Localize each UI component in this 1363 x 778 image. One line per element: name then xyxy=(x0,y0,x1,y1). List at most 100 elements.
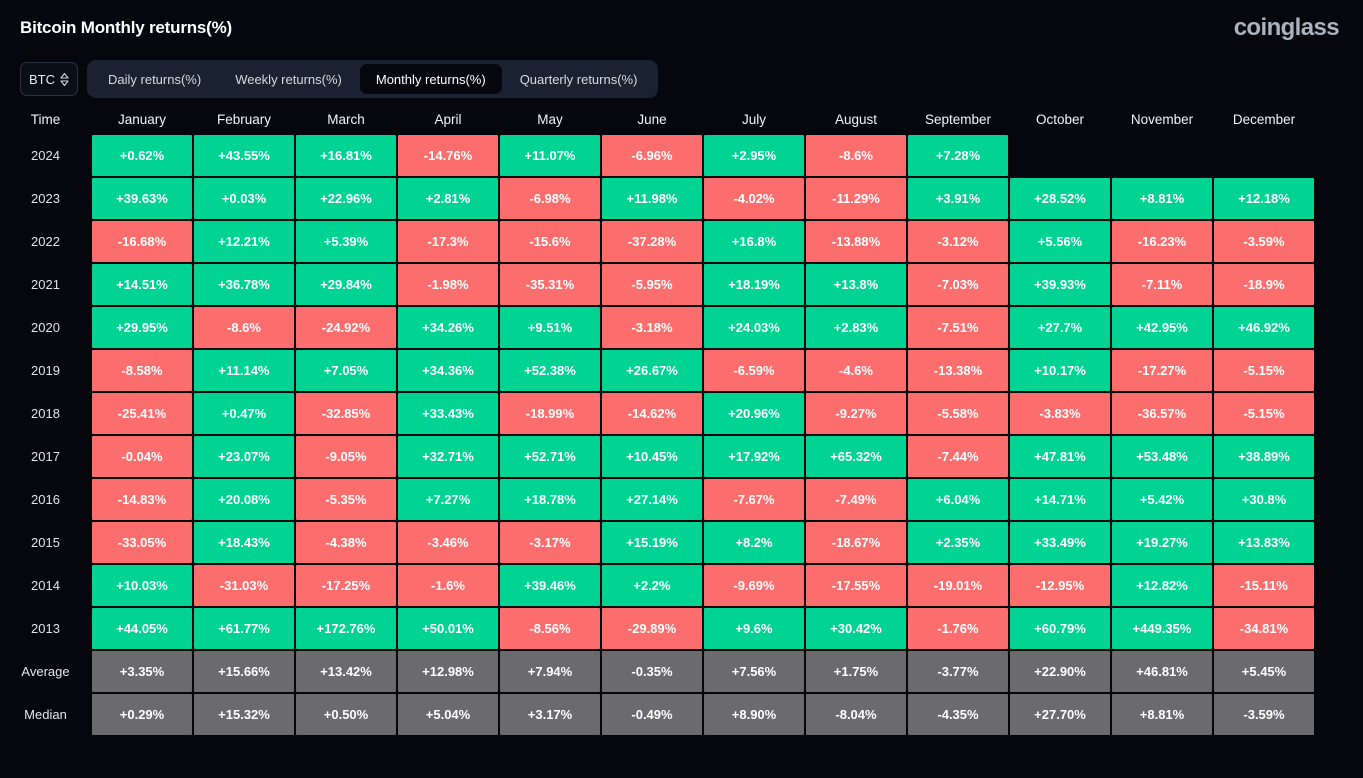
return-cell-value: +12.82% xyxy=(1112,565,1212,606)
return-cell-value: -24.92% xyxy=(296,307,396,348)
return-cell-value: -4.02% xyxy=(704,178,804,219)
return-cell-value: +18.19% xyxy=(704,264,804,305)
return-cell-value: -3.59% xyxy=(1214,221,1314,262)
return-cell-value: -13.88% xyxy=(806,221,906,262)
return-cell-value: +11.98% xyxy=(602,178,702,219)
table-cell: +28.52% xyxy=(1009,177,1111,220)
return-cell-value: +61.77% xyxy=(194,608,294,649)
table-cell: +20.08% xyxy=(193,478,295,521)
table-cell: +6.04% xyxy=(907,478,1009,521)
return-cell-value: +20.96% xyxy=(704,393,804,434)
table-cell: +9.6% xyxy=(703,607,805,650)
table-cell: +16.81% xyxy=(295,134,397,177)
table-cell: +1.75% xyxy=(805,650,907,693)
table-cell: +14.71% xyxy=(1009,478,1111,521)
table-cell: +18.19% xyxy=(703,263,805,306)
table-cell: -3.77% xyxy=(907,650,1009,693)
table-cell: +2.35% xyxy=(907,521,1009,564)
row-label: 2019 xyxy=(0,349,91,392)
table-cell: -4.35% xyxy=(907,693,1009,736)
return-cell-value: +12.98% xyxy=(398,651,498,692)
tab-quarterly-returns[interactable]: Quarterly returns(%) xyxy=(504,64,654,94)
return-cell-value: +52.71% xyxy=(500,436,600,477)
return-cell-value: -35.31% xyxy=(500,264,600,305)
return-cell-value: +39.93% xyxy=(1010,264,1110,305)
tab-monthly-returns[interactable]: Monthly returns(%) xyxy=(359,64,502,94)
return-cell-value: +8.2% xyxy=(704,522,804,563)
return-cell-value: +5.56% xyxy=(1010,221,1110,262)
table-cell: +34.36% xyxy=(397,349,499,392)
table-cell: -3.83% xyxy=(1009,392,1111,435)
table-cell: +22.90% xyxy=(1009,650,1111,693)
column-header-august: August xyxy=(834,111,878,127)
column-header-june: June xyxy=(637,111,667,127)
table-cell: -0.35% xyxy=(601,650,703,693)
table-cell: -5.95% xyxy=(601,263,703,306)
tab-daily-returns[interactable]: Daily returns(%) xyxy=(92,64,217,94)
table-cell: -18.9% xyxy=(1213,263,1315,306)
return-cell-value: +16.8% xyxy=(704,221,804,262)
table-row: 2017 -0.04% +23.07% -9.05% +32.71% +52.71% +10… xyxy=(0,435,1363,478)
table-cell: +9.51% xyxy=(499,306,601,349)
table-cell: +52.38% xyxy=(499,349,601,392)
table-cell: -25.41% xyxy=(91,392,193,435)
row-label: Average xyxy=(0,650,91,693)
return-cell-empty xyxy=(1010,135,1110,176)
table-row: 2020 +29.95% -8.6% -24.92% +34.26% +9.51% -3.1… xyxy=(0,306,1363,349)
table-cell: +65.32% xyxy=(805,435,907,478)
return-cell-value: -8.56% xyxy=(500,608,600,649)
return-cell-value: -18.99% xyxy=(500,393,600,434)
column-header-january: January xyxy=(117,111,167,127)
table-cell: -4.38% xyxy=(295,521,397,564)
table-summary-row: Median +0.29% +15.32% +0.50% +5.04% +3.17% -0.… xyxy=(0,693,1363,736)
column-header-november: November xyxy=(1130,111,1194,127)
row-label: Median xyxy=(0,693,91,736)
coin-select-label: BTC xyxy=(29,71,55,87)
table-cell: -29.89% xyxy=(601,607,703,650)
table-cell: -32.85% xyxy=(295,392,397,435)
table-cell: -34.81% xyxy=(1213,607,1315,650)
return-cell-value: -34.81% xyxy=(1214,608,1314,649)
return-cell-value: +27.14% xyxy=(602,479,702,520)
page-header: Bitcoin Monthly returns(%) coinglass xyxy=(0,0,1363,56)
table-cell: +30.42% xyxy=(805,607,907,650)
return-cell-value: +10.45% xyxy=(602,436,702,477)
row-label: 2023 xyxy=(0,177,91,220)
return-cell-value: +43.55% xyxy=(194,135,294,176)
table-cell: -0.04% xyxy=(91,435,193,478)
table-cell: +7.28% xyxy=(907,134,1009,177)
return-cell-value: -16.23% xyxy=(1112,221,1212,262)
table-cell xyxy=(1111,134,1213,177)
return-cell-value: +33.49% xyxy=(1010,522,1110,563)
table-cell: -33.05% xyxy=(91,521,193,564)
return-cell-value: +18.78% xyxy=(500,479,600,520)
return-cell-value: +3.17% xyxy=(500,694,600,735)
tab-weekly-returns[interactable]: Weekly returns(%) xyxy=(219,64,358,94)
table-cell: -17.25% xyxy=(295,564,397,607)
table-cell: -17.55% xyxy=(805,564,907,607)
table-cell: +7.94% xyxy=(499,650,601,693)
table-cell: -8.56% xyxy=(499,607,601,650)
return-cell-value: +15.32% xyxy=(194,694,294,735)
coin-select[interactable]: BTC xyxy=(20,62,78,96)
return-cell-value: -29.89% xyxy=(602,608,702,649)
return-cell-value: -14.62% xyxy=(602,393,702,434)
table-cell: +15.66% xyxy=(193,650,295,693)
return-cell-value: -3.17% xyxy=(500,522,600,563)
return-cell-value: +2.2% xyxy=(602,565,702,606)
table-cell: -14.83% xyxy=(91,478,193,521)
table-cell: -15.6% xyxy=(499,220,601,263)
table-cell: +27.14% xyxy=(601,478,703,521)
return-cell-value: +17.92% xyxy=(704,436,804,477)
table-cell: +10.17% xyxy=(1009,349,1111,392)
return-cell-value: +34.36% xyxy=(398,350,498,391)
return-cell-value: +2.83% xyxy=(806,307,906,348)
column-header-may: May xyxy=(537,111,563,127)
return-cell-value: +47.81% xyxy=(1010,436,1110,477)
return-cell-value: -18.9% xyxy=(1214,264,1314,305)
table-cell: -5.15% xyxy=(1213,349,1315,392)
return-cell-value: -3.77% xyxy=(908,651,1008,692)
return-cell-value: +33.43% xyxy=(398,393,498,434)
table-cell: -18.67% xyxy=(805,521,907,564)
return-cell-value: +12.21% xyxy=(194,221,294,262)
